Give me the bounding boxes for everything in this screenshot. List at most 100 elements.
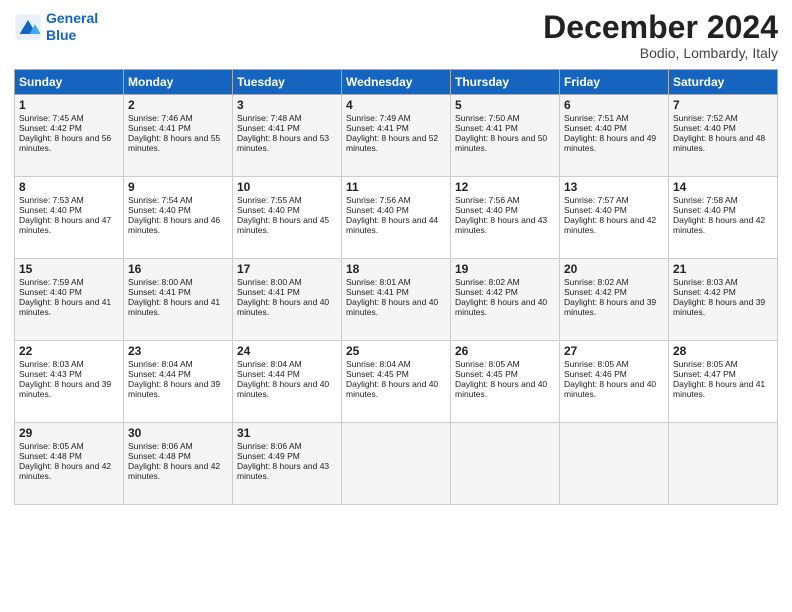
day-info: Sunrise: 7:57 AMSunset: 4:40 PMDaylight:… (564, 195, 656, 235)
calendar-cell: 12Sunrise: 7:56 AMSunset: 4:40 PMDayligh… (451, 177, 560, 259)
day-info: Sunrise: 7:50 AMSunset: 4:41 PMDaylight:… (455, 113, 547, 153)
day-info: Sunrise: 7:51 AMSunset: 4:40 PMDaylight:… (564, 113, 656, 153)
day-info: Sunrise: 8:03 AMSunset: 4:42 PMDaylight:… (673, 277, 765, 317)
day-info: Sunrise: 8:00 AMSunset: 4:41 PMDaylight:… (237, 277, 329, 317)
col-wednesday: Wednesday (342, 70, 451, 95)
day-number: 8 (19, 180, 119, 194)
day-number: 15 (19, 262, 119, 276)
calendar-cell: 13Sunrise: 7:57 AMSunset: 4:40 PMDayligh… (560, 177, 669, 259)
day-number: 18 (346, 262, 446, 276)
day-info: Sunrise: 8:02 AMSunset: 4:42 PMDaylight:… (564, 277, 656, 317)
day-info: Sunrise: 8:03 AMSunset: 4:43 PMDaylight:… (19, 359, 111, 399)
day-number: 20 (564, 262, 664, 276)
day-info: Sunrise: 8:05 AMSunset: 4:46 PMDaylight:… (564, 359, 656, 399)
calendar-cell (342, 423, 451, 505)
day-number: 31 (237, 426, 337, 440)
day-number: 12 (455, 180, 555, 194)
col-monday: Monday (124, 70, 233, 95)
day-number: 16 (128, 262, 228, 276)
col-thursday: Thursday (451, 70, 560, 95)
day-info: Sunrise: 8:00 AMSunset: 4:41 PMDaylight:… (128, 277, 220, 317)
week-row: 22Sunrise: 8:03 AMSunset: 4:43 PMDayligh… (15, 341, 778, 423)
day-info: Sunrise: 8:04 AMSunset: 4:44 PMDaylight:… (128, 359, 220, 399)
calendar-cell: 2Sunrise: 7:46 AMSunset: 4:41 PMDaylight… (124, 95, 233, 177)
calendar-cell: 11Sunrise: 7:56 AMSunset: 4:40 PMDayligh… (342, 177, 451, 259)
week-row: 1Sunrise: 7:45 AMSunset: 4:42 PMDaylight… (15, 95, 778, 177)
day-info: Sunrise: 8:06 AMSunset: 4:48 PMDaylight:… (128, 441, 220, 481)
day-number: 22 (19, 344, 119, 358)
calendar-cell: 5Sunrise: 7:50 AMSunset: 4:41 PMDaylight… (451, 95, 560, 177)
week-row: 8Sunrise: 7:53 AMSunset: 4:40 PMDaylight… (15, 177, 778, 259)
col-saturday: Saturday (669, 70, 778, 95)
calendar-cell: 31Sunrise: 8:06 AMSunset: 4:49 PMDayligh… (233, 423, 342, 505)
day-info: Sunrise: 8:05 AMSunset: 4:48 PMDaylight:… (19, 441, 111, 481)
calendar-cell: 6Sunrise: 7:51 AMSunset: 4:40 PMDaylight… (560, 95, 669, 177)
calendar-cell: 16Sunrise: 8:00 AMSunset: 4:41 PMDayligh… (124, 259, 233, 341)
day-info: Sunrise: 7:46 AMSunset: 4:41 PMDaylight:… (128, 113, 220, 153)
day-number: 9 (128, 180, 228, 194)
day-number: 14 (673, 180, 773, 194)
day-number: 26 (455, 344, 555, 358)
month-title: December 2024 (543, 10, 778, 45)
day-info: Sunrise: 8:05 AMSunset: 4:45 PMDaylight:… (455, 359, 547, 399)
day-number: 23 (128, 344, 228, 358)
day-info: Sunrise: 8:05 AMSunset: 4:47 PMDaylight:… (673, 359, 765, 399)
day-number: 19 (455, 262, 555, 276)
day-info: Sunrise: 7:58 AMSunset: 4:40 PMDaylight:… (673, 195, 765, 235)
day-number: 21 (673, 262, 773, 276)
day-number: 7 (673, 98, 773, 112)
day-info: Sunrise: 7:54 AMSunset: 4:40 PMDaylight:… (128, 195, 220, 235)
calendar-cell: 4Sunrise: 7:49 AMSunset: 4:41 PMDaylight… (342, 95, 451, 177)
day-number: 1 (19, 98, 119, 112)
day-info: Sunrise: 7:48 AMSunset: 4:41 PMDaylight:… (237, 113, 329, 153)
location: Bodio, Lombardy, Italy (543, 45, 778, 61)
day-number: 5 (455, 98, 555, 112)
day-number: 6 (564, 98, 664, 112)
calendar-cell: 28Sunrise: 8:05 AMSunset: 4:47 PMDayligh… (669, 341, 778, 423)
calendar-cell: 10Sunrise: 7:55 AMSunset: 4:40 PMDayligh… (233, 177, 342, 259)
day-info: Sunrise: 8:02 AMSunset: 4:42 PMDaylight:… (455, 277, 547, 317)
calendar-cell: 30Sunrise: 8:06 AMSunset: 4:48 PMDayligh… (124, 423, 233, 505)
calendar-cell (560, 423, 669, 505)
logo-icon (14, 13, 42, 41)
day-info: Sunrise: 8:04 AMSunset: 4:45 PMDaylight:… (346, 359, 438, 399)
calendar-cell: 25Sunrise: 8:04 AMSunset: 4:45 PMDayligh… (342, 341, 451, 423)
calendar-table: Sunday Monday Tuesday Wednesday Thursday… (14, 69, 778, 505)
day-info: Sunrise: 8:06 AMSunset: 4:49 PMDaylight:… (237, 441, 329, 481)
day-number: 2 (128, 98, 228, 112)
calendar-cell: 9Sunrise: 7:54 AMSunset: 4:40 PMDaylight… (124, 177, 233, 259)
calendar-cell: 17Sunrise: 8:00 AMSunset: 4:41 PMDayligh… (233, 259, 342, 341)
calendar-cell: 21Sunrise: 8:03 AMSunset: 4:42 PMDayligh… (669, 259, 778, 341)
day-number: 24 (237, 344, 337, 358)
day-info: Sunrise: 7:56 AMSunset: 4:40 PMDaylight:… (346, 195, 438, 235)
col-sunday: Sunday (15, 70, 124, 95)
day-number: 30 (128, 426, 228, 440)
calendar-cell: 15Sunrise: 7:59 AMSunset: 4:40 PMDayligh… (15, 259, 124, 341)
day-info: Sunrise: 7:53 AMSunset: 4:40 PMDaylight:… (19, 195, 111, 235)
day-number: 11 (346, 180, 446, 194)
week-row: 15Sunrise: 7:59 AMSunset: 4:40 PMDayligh… (15, 259, 778, 341)
day-info: Sunrise: 7:45 AMSunset: 4:42 PMDaylight:… (19, 113, 111, 153)
day-number: 4 (346, 98, 446, 112)
day-number: 27 (564, 344, 664, 358)
day-info: Sunrise: 8:04 AMSunset: 4:44 PMDaylight:… (237, 359, 329, 399)
day-info: Sunrise: 7:55 AMSunset: 4:40 PMDaylight:… (237, 195, 329, 235)
header-row: Sunday Monday Tuesday Wednesday Thursday… (15, 70, 778, 95)
calendar-cell: 1Sunrise: 7:45 AMSunset: 4:42 PMDaylight… (15, 95, 124, 177)
calendar-cell (669, 423, 778, 505)
week-row: 29Sunrise: 8:05 AMSunset: 4:48 PMDayligh… (15, 423, 778, 505)
calendar-cell: 19Sunrise: 8:02 AMSunset: 4:42 PMDayligh… (451, 259, 560, 341)
col-tuesday: Tuesday (233, 70, 342, 95)
page: General Blue December 2024 Bodio, Lombar… (0, 0, 792, 612)
calendar-cell: 14Sunrise: 7:58 AMSunset: 4:40 PMDayligh… (669, 177, 778, 259)
title-area: December 2024 Bodio, Lombardy, Italy (543, 10, 778, 61)
day-info: Sunrise: 7:56 AMSunset: 4:40 PMDaylight:… (455, 195, 547, 235)
calendar-cell: 3Sunrise: 7:48 AMSunset: 4:41 PMDaylight… (233, 95, 342, 177)
day-number: 3 (237, 98, 337, 112)
calendar-cell: 20Sunrise: 8:02 AMSunset: 4:42 PMDayligh… (560, 259, 669, 341)
calendar-cell: 27Sunrise: 8:05 AMSunset: 4:46 PMDayligh… (560, 341, 669, 423)
calendar-cell: 24Sunrise: 8:04 AMSunset: 4:44 PMDayligh… (233, 341, 342, 423)
calendar-cell: 18Sunrise: 8:01 AMSunset: 4:41 PMDayligh… (342, 259, 451, 341)
logo: General Blue (14, 10, 98, 44)
day-number: 28 (673, 344, 773, 358)
